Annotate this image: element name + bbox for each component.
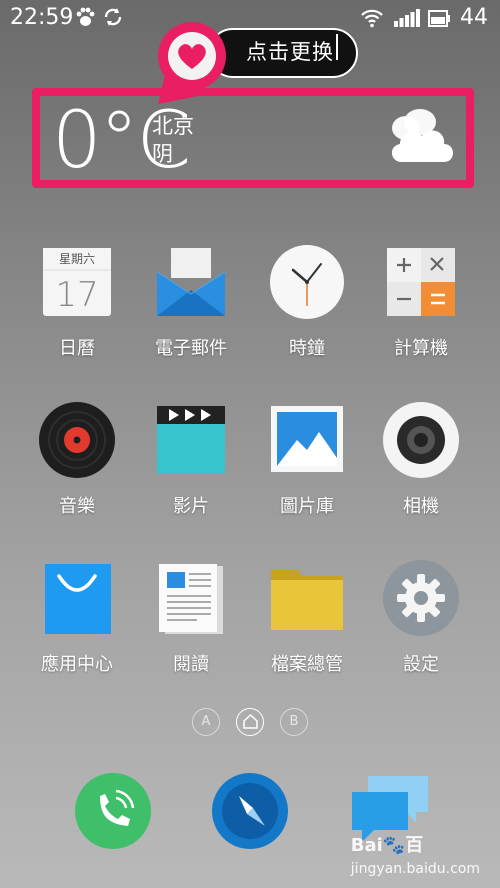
app-email[interactable]: 電子郵件: [136, 244, 246, 360]
signal-icon: [394, 9, 420, 31]
tooltip-text: 点击更换: [246, 40, 334, 64]
calculator-icon: [383, 244, 459, 320]
weather-condition: 阴: [152, 142, 173, 166]
home-page-dot[interactable]: [236, 708, 264, 736]
dock-browser[interactable]: [211, 772, 289, 850]
app-label: 計算機: [394, 338, 448, 359]
reader-icon: [153, 560, 229, 636]
email-icon: [153, 244, 229, 320]
page-dot-b[interactable]: B: [280, 708, 308, 736]
app-label: 閱讀: [173, 654, 209, 675]
app-label: 影片: [173, 496, 209, 517]
app-calendar[interactable]: 星期六 17 日曆: [22, 244, 132, 360]
phone-icon: [74, 773, 152, 854]
app-label: 日曆: [59, 338, 95, 359]
sync-icon: [102, 6, 124, 32]
paw-logo-icon: 🐾: [382, 835, 406, 856]
app-store-icon: [39, 560, 115, 636]
dock-phone[interactable]: [74, 772, 152, 850]
app-music[interactable]: 音樂: [22, 402, 132, 518]
app-app-store[interactable]: 應用中心: [22, 560, 132, 676]
app-label: 設定: [403, 654, 439, 675]
app-label: 檔案總管: [271, 654, 343, 675]
app-file-manager[interactable]: 檔案總管: [252, 560, 362, 676]
page-indicator: A B: [190, 708, 310, 736]
text-cursor: [336, 34, 338, 60]
browser-compass-icon: [211, 773, 289, 854]
paw-notification-icon: [74, 6, 96, 32]
calendar-icon: 星期六 17: [39, 244, 115, 320]
page-dot-a[interactable]: A: [192, 708, 220, 736]
app-reader[interactable]: 閱讀: [136, 560, 246, 676]
app-label: 應用中心: [41, 654, 113, 675]
app-video[interactable]: 影片: [136, 402, 246, 518]
app-label: 時鐘: [289, 338, 325, 359]
app-gallery[interactable]: 圖片庫: [252, 402, 362, 518]
folder-icon: [269, 560, 345, 636]
app-camera[interactable]: 相機: [366, 402, 476, 518]
settings-icon: [383, 560, 459, 636]
calendar-weekday: 星期六: [59, 252, 95, 266]
app-settings[interactable]: 設定: [366, 560, 476, 676]
gallery-icon: [269, 402, 345, 478]
battery-level: 44: [460, 5, 488, 30]
music-icon: [39, 402, 115, 478]
app-label: 電子郵件: [155, 338, 227, 359]
watermark-brand: Bai: [350, 835, 383, 856]
app-label: 相機: [403, 496, 439, 517]
weather-widget[interactable]: 0°C 北京 阴: [32, 88, 474, 188]
app-label: 音樂: [59, 496, 95, 517]
cloud-icon: [384, 106, 460, 172]
video-icon: [153, 402, 229, 478]
baidu-watermark: Bai🐾百 jingyan.baidu.com: [351, 831, 480, 878]
watermark-site: jingyan.baidu.com: [350, 861, 480, 877]
app-clock[interactable]: 時鐘: [252, 244, 362, 360]
status-time: 22:59: [10, 5, 74, 30]
camera-icon: [383, 402, 459, 478]
weather-city: 北京: [152, 114, 194, 138]
calendar-day: 17: [55, 275, 98, 315]
app-calculator[interactable]: 計算機: [366, 244, 476, 360]
clock-icon: [269, 244, 345, 320]
app-label: 圖片庫: [280, 496, 334, 517]
watermark-brand-end: 百: [405, 835, 424, 856]
battery-icon: [428, 8, 450, 32]
home-icon: [242, 713, 258, 729]
